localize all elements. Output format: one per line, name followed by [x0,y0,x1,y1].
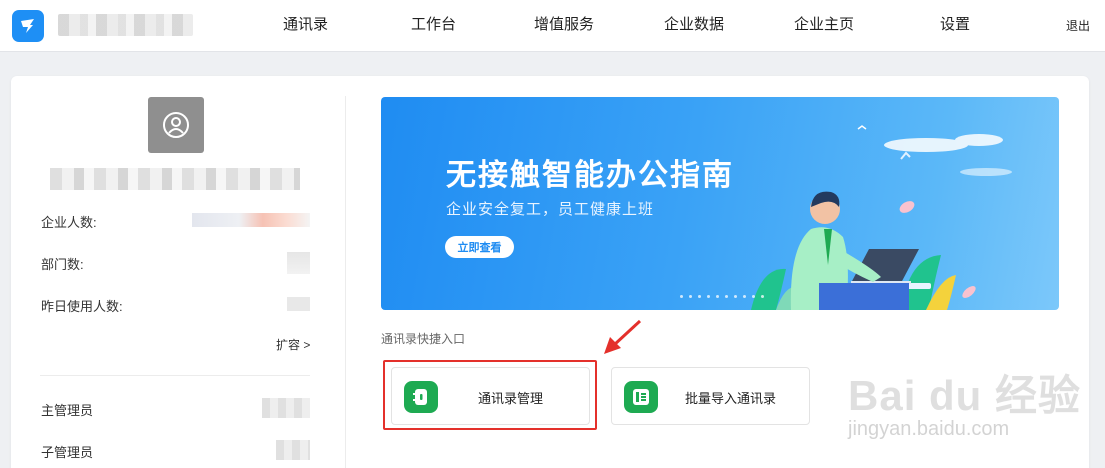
promo-banner[interactable]: 无接触智能办公指南 企业安全复工，员工健康上班 立即查看 [381,97,1059,310]
main-admin-value-blurred [262,398,310,418]
enterprise-name-blurred [50,168,300,190]
vertical-separator [345,96,346,468]
carousel-dot[interactable] [743,295,746,298]
nav-value-added-services[interactable]: 增值服务 [534,15,594,35]
yesterday-active-value-blurred [287,297,310,311]
baidu-watermark-logo: Bai du 经验 [848,372,1082,419]
carousel-dot[interactable] [752,295,755,298]
view-now-button[interactable]: 立即查看 [445,236,514,258]
contacts-management-entry[interactable]: 通讯录管理 [391,367,590,425]
carousel-dot[interactable] [716,295,719,298]
carousel-dot[interactable] [707,295,710,298]
nav-enterprise-data[interactable]: 企业数据 [664,15,724,35]
baidu-watermark-url: jingyan.baidu.com [848,418,1010,440]
user-avatar-icon[interactable] [148,97,204,153]
carousel-dot[interactable] [725,295,728,298]
sub-admin-value-blurred [276,440,310,460]
member-count-value-blurred [192,213,310,227]
organization-name-blurred [58,14,193,36]
nav-workbench[interactable]: 工作台 [411,15,456,35]
carousel-dot[interactable] [689,295,692,298]
department-count-value-blurred [287,252,310,274]
banner-subtitle: 企业安全复工，员工健康上班 [446,201,655,218]
nav-enterprise-homepage[interactable]: 企业主页 [794,15,854,35]
red-arrow-icon [604,319,642,354]
carousel-dot[interactable] [680,295,683,298]
banner-title: 无接触智能办公指南 [446,159,734,192]
contacts-quick-entry-label: 通讯录快捷入口 [381,332,466,346]
sub-admin-label: 子管理员 [41,445,94,460]
contacts-management-label: 通讯录管理 [477,391,543,406]
stat-label-member-count: 企业人数: [41,215,97,230]
left-divider [40,375,310,376]
carousel-indicator[interactable] [680,295,764,298]
nav-settings[interactable]: 设置 [940,15,970,35]
carousel-dot[interactable] [698,295,701,298]
carousel-dot[interactable] [734,295,737,298]
stat-label-yesterday-active: 昨日使用人数: [41,299,123,314]
carousel-dot[interactable] [761,295,764,298]
batch-import-contacts-entry[interactable]: 批量导入通讯录 [611,367,810,425]
nav-contacts[interactable]: 通讯录 [283,15,328,35]
main-admin-label: 主管理员 [41,403,94,418]
batch-import-contacts-label: 批量导入通讯录 [684,391,776,406]
stat-label-department-count: 部门数: [41,257,84,272]
expand-capacity-link[interactable]: 扩容 > [276,336,310,353]
logout-link[interactable]: 退出 [1066,17,1090,34]
top-nav-bar: 通讯录 工作台 增值服务 企业数据 企业主页 设置 退出 [0,0,1105,52]
dingtalk-logo-icon[interactable] [12,10,44,42]
